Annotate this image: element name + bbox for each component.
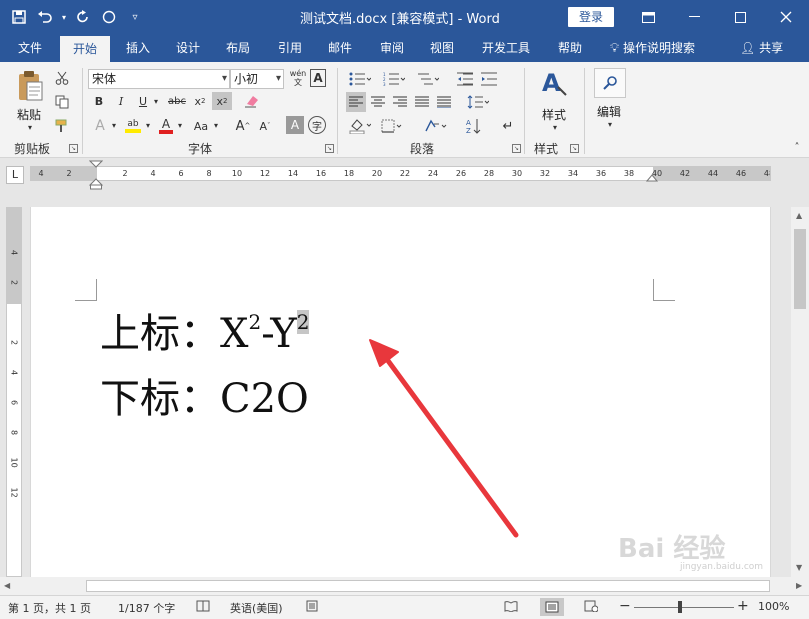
read-mode-icon[interactable] (504, 600, 518, 615)
page-count[interactable]: 第 1 页，共 1 页 (8, 600, 91, 616)
web-layout-icon[interactable] (584, 600, 599, 615)
print-layout-icon[interactable] (540, 598, 564, 616)
scroll-down-icon[interactable]: ▼ (796, 563, 802, 572)
vertical-scrollbar[interactable]: ▲ ▼ (791, 207, 809, 577)
status-bar: 第 1 页，共 1 页 1/187 个字 英语(美国) − + 100% (0, 595, 809, 619)
baidu-watermark: Bai 经验 (618, 534, 726, 564)
vertical-scroll-thumb[interactable] (794, 229, 806, 309)
zoom-slider-thumb[interactable] (678, 601, 682, 613)
word-count[interactable]: 1/187 个字 (118, 600, 175, 616)
zoom-in-button[interactable]: + (737, 598, 749, 614)
horizontal-scrollbar[interactable]: ◀ ▶ (0, 577, 809, 595)
proofing-icon[interactable] (196, 600, 210, 615)
zoom-out-button[interactable]: − (619, 598, 631, 614)
zoom-level[interactable]: 100% (758, 600, 789, 613)
red-arrow-annotation (369, 339, 519, 538)
scroll-right-icon[interactable]: ▶ (796, 581, 802, 590)
word-window: ▾ ▿ 测试文档.docx [兼容模式] - Word 登录 文件 开始 插入 (0, 0, 809, 619)
zoom-slider-track[interactable] (634, 607, 734, 608)
baidu-watermark-url: jingyan.baidu.com (680, 562, 764, 572)
language[interactable]: 英语(美国) (230, 600, 283, 616)
macro-record-icon[interactable] (306, 600, 318, 615)
scroll-left-icon[interactable]: ◀ (4, 581, 10, 590)
horizontal-scroll-thumb[interactable] (86, 580, 770, 592)
scroll-up-icon[interactable]: ▲ (796, 211, 802, 220)
